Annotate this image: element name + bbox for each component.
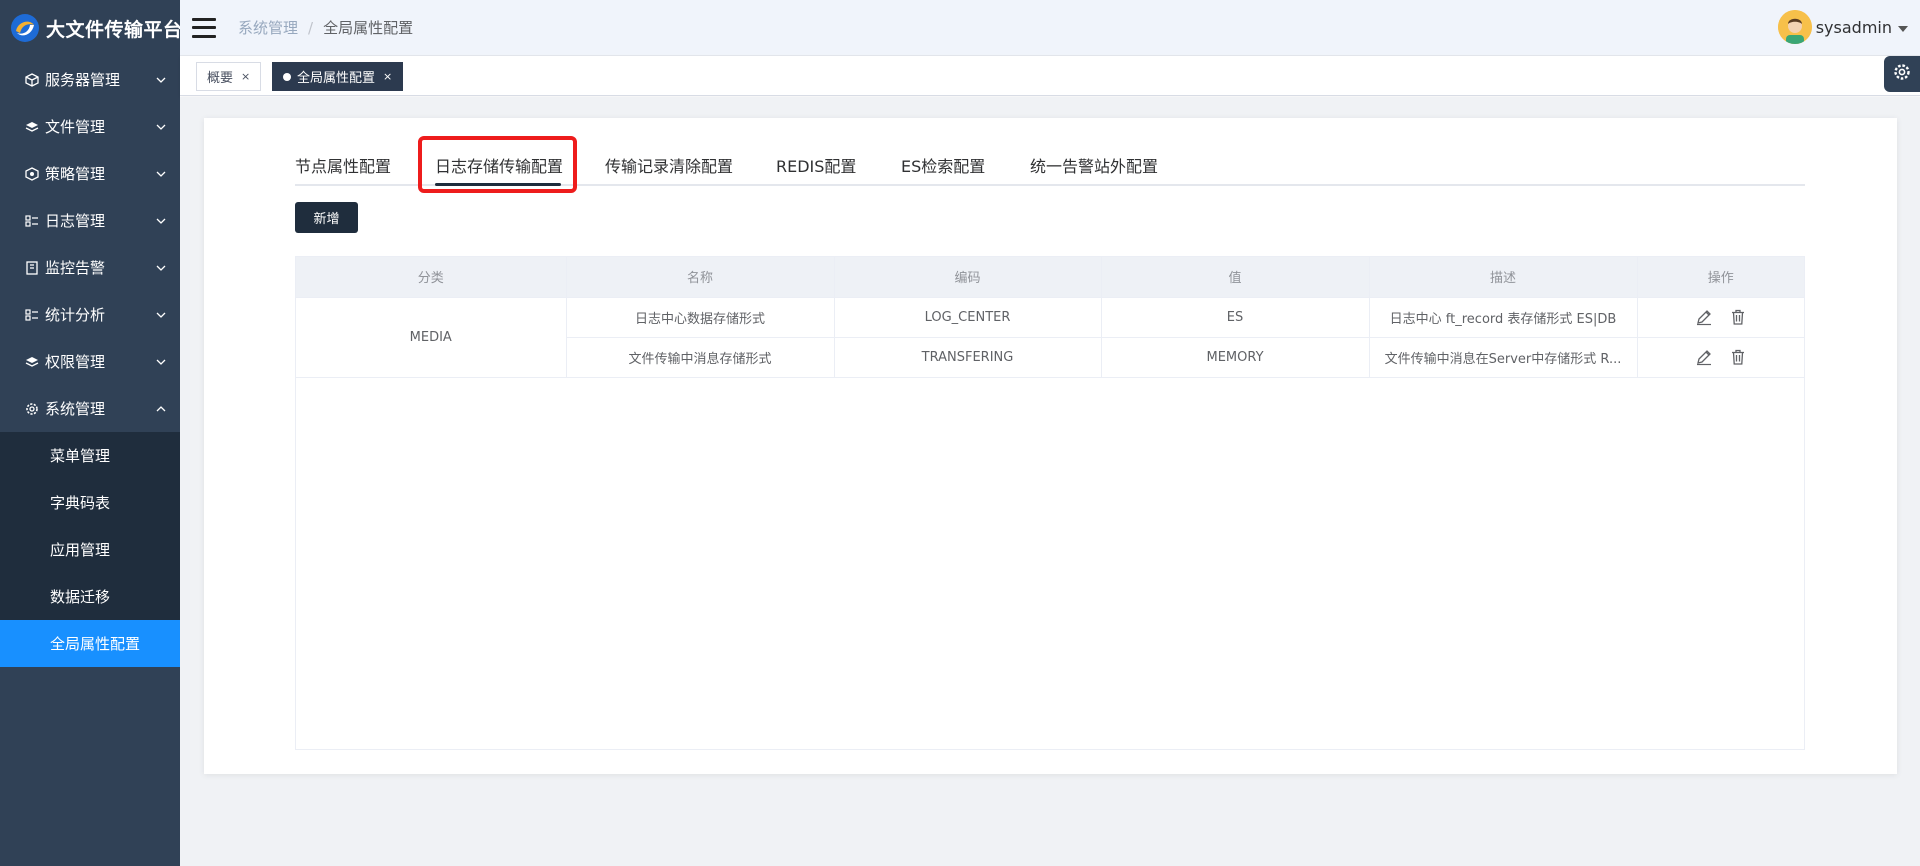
chevron-down-icon <box>156 357 166 367</box>
cell-category: MEDIA <box>296 297 567 378</box>
cell-name: 文件传输中消息存储形式 <box>566 337 835 378</box>
column-header-code: 编码 <box>834 257 1102 298</box>
app-logo-icon <box>10 13 40 43</box>
breadcrumb-item-current: 全局属性配置 <box>323 19 414 37</box>
user-dropdown[interactable]: sysadmin <box>1777 10 1908 44</box>
app-title: 大文件传输平台 <box>46 18 183 41</box>
sidebar-item-label: 服务器管理 <box>45 71 121 89</box>
breadcrumb-separator: / <box>308 18 314 37</box>
policy-icon <box>24 166 40 182</box>
cell-value: MEMORY <box>1101 337 1370 378</box>
cell-actions <box>1637 337 1804 378</box>
username: sysadmin <box>1815 17 1892 37</box>
sidebar-item-label: 日志管理 <box>45 212 106 230</box>
gear-icon <box>1892 62 1912 86</box>
chevron-down-icon <box>156 310 166 320</box>
close-icon[interactable]: × <box>241 70 250 83</box>
layers-icon <box>24 119 40 135</box>
sidebar-subitem-application[interactable]: 应用管理 <box>0 526 180 573</box>
sidebar: 大文件传输平台 服务器管理 文件管理 策略管理 日志管理 监控告警 统计分析 权… <box>0 0 183 866</box>
chevron-up-icon <box>156 404 166 414</box>
cell-name: 日志中心数据存储形式 <box>566 297 835 338</box>
sidebar-item-log[interactable]: 日志管理 <box>0 197 180 244</box>
tags-view: 概要 × 全局属性配置 × <box>180 56 1920 96</box>
monitor-icon <box>24 260 40 276</box>
sidebar-item-server[interactable]: 服务器管理 <box>0 56 180 103</box>
table-row: MEDIA 日志中心数据存储形式 LOG_CENTER ES 日志中心 ft_r… <box>296 297 1804 378</box>
box-icon <box>24 72 40 88</box>
sidebar-item-stats[interactable]: 统计分析 <box>0 291 180 338</box>
app-logo: 大文件传输平台 <box>0 0 183 56</box>
cell-code: LOG_CENTER <box>834 297 1102 338</box>
cell-value: ES <box>1101 297 1370 338</box>
sidebar-item-label: 权限管理 <box>45 353 106 371</box>
layers-icon <box>24 354 40 370</box>
highlight-annotation-box <box>418 136 577 193</box>
chevron-down-icon <box>156 122 166 132</box>
chevron-down-icon <box>156 169 166 179</box>
cell-description: 日志中心 ft_record 表存储形式 ES|DB <box>1369 297 1638 338</box>
column-header-value: 值 <box>1101 257 1370 298</box>
tag-label: 概要 <box>207 71 234 86</box>
sidebar-subitem-global-config[interactable]: 全局属性配置 <box>0 620 180 667</box>
list-icon <box>24 213 40 229</box>
gear-icon <box>24 401 40 417</box>
sidebar-item-policy[interactable]: 策略管理 <box>0 150 180 197</box>
column-header-description: 描述 <box>1369 257 1638 298</box>
delete-icon[interactable] <box>1729 308 1747 326</box>
sidebar-item-label: 监控告警 <box>45 259 106 277</box>
chevron-down-icon <box>156 263 166 273</box>
caret-down-icon <box>1898 18 1908 37</box>
tag-label: 全局属性配置 <box>297 71 376 86</box>
tab-record-clean-config[interactable]: 传输记录清除配置 <box>605 153 733 177</box>
column-header-category: 分类 <box>296 257 567 298</box>
chevron-down-icon <box>156 216 166 226</box>
sidebar-subitem-migration[interactable]: 数据迁移 <box>0 573 180 620</box>
cell-description: 文件传输中消息在Server中存储形式 R... <box>1369 337 1638 378</box>
sidebar-item-label: 系统管理 <box>45 400 106 418</box>
edit-icon[interactable] <box>1695 348 1713 366</box>
column-header-name: 名称 <box>566 257 835 298</box>
active-dot-icon <box>283 72 291 81</box>
sidebar-item-permission[interactable]: 权限管理 <box>0 338 180 385</box>
settings-gear-button[interactable] <box>1884 56 1920 92</box>
close-icon[interactable]: × <box>383 70 392 83</box>
tab-es-config[interactable]: ES检索配置 <box>901 153 985 177</box>
table-header-row: 分类 名称 编码 值 描述 操作 <box>296 257 1804 298</box>
sidebar-item-file[interactable]: 文件管理 <box>0 103 180 150</box>
tab-alarm-config[interactable]: 统一告警站外配置 <box>1030 153 1158 177</box>
edit-icon[interactable] <box>1695 308 1713 326</box>
sidebar-item-monitor[interactable]: 监控告警 <box>0 244 180 291</box>
cell-code: TRANSFERING <box>834 337 1102 378</box>
breadcrumb: 系统管理 / 全局属性配置 <box>238 17 413 38</box>
sidebar-item-label: 统计分析 <box>45 306 106 324</box>
tag-overview[interactable]: 概要 × <box>196 62 262 91</box>
avatar <box>1777 10 1812 44</box>
tab-node-config[interactable]: 节点属性配置 <box>295 153 391 177</box>
sidebar-subitem-menu[interactable]: 菜单管理 <box>0 432 180 479</box>
chart-icon <box>24 307 40 323</box>
breadcrumb-item-system[interactable]: 系统管理 <box>238 17 298 38</box>
sidebar-item-system[interactable]: 系统管理 <box>0 385 180 432</box>
column-header-actions: 操作 <box>1637 257 1804 298</box>
sidebar-item-label: 文件管理 <box>45 118 106 136</box>
cell-actions <box>1637 297 1804 338</box>
add-button[interactable]: 新增 <box>295 202 358 233</box>
sidebar-item-label: 策略管理 <box>45 165 106 183</box>
config-table: 分类 名称 编码 值 描述 操作 MEDIA 日志中心数据存储形式 LOG_CE… <box>295 256 1805 750</box>
chevron-down-icon <box>156 75 166 85</box>
tab-redis-config[interactable]: REDIS配置 <box>776 153 856 177</box>
sidebar-subitem-dictionary[interactable]: 字典码表 <box>0 479 180 526</box>
tag-global-config[interactable]: 全局属性配置 × <box>272 62 404 91</box>
hamburger-menu-icon[interactable] <box>192 17 216 38</box>
top-navbar: 系统管理 / 全局属性配置 sysadmin <box>180 0 1920 56</box>
delete-icon[interactable] <box>1729 348 1747 366</box>
